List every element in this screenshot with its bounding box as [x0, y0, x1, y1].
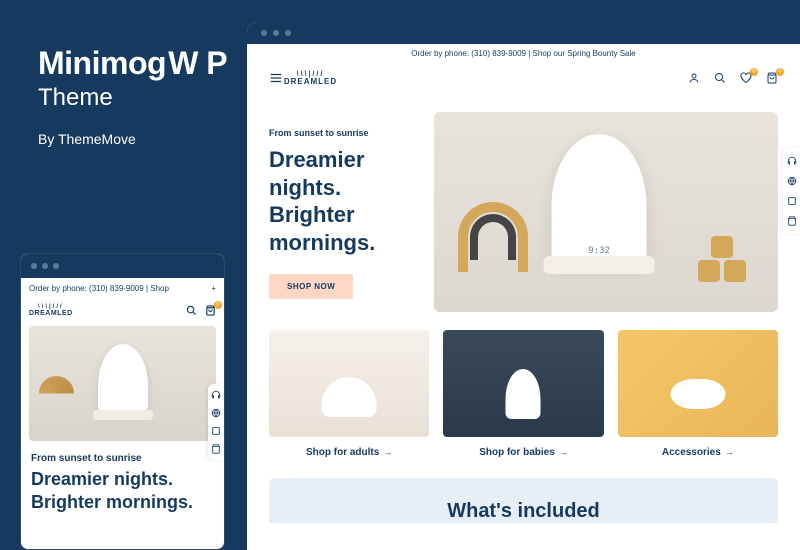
logo-text: DREAMLED [29, 310, 73, 317]
compare-icon[interactable] [787, 196, 797, 206]
window-dot-icon [273, 30, 279, 36]
brand-logo[interactable]: \\\|/// DREAMLED [29, 304, 73, 317]
window-dot-icon [261, 30, 267, 36]
card-image [269, 330, 429, 437]
card-label: Accessories→ [618, 447, 778, 458]
section-title: What's included [269, 500, 778, 523]
header-actions [688, 72, 778, 84]
lamp-clock: 9:32 [588, 246, 610, 256]
dome-lamp-icon [322, 377, 377, 417]
floating-toolbar [208, 384, 224, 460]
theme-subtitle: Theme [38, 84, 228, 113]
hero-eyebrow: From sunset to sunrise [21, 445, 224, 468]
search-icon[interactable] [714, 72, 726, 84]
card-label: Shop for babies→ [443, 447, 603, 458]
card-image [618, 330, 778, 437]
header-actions [186, 305, 216, 316]
desktop-header: \\\|/// DREAMLED [247, 64, 800, 92]
hero-eyebrow: From sunset to sunrise [269, 128, 414, 138]
mobile-window-titlebar [21, 254, 224, 278]
theme-info-panel: Minimog W P Theme By ThemeMove [38, 44, 228, 147]
window-dot-icon [31, 263, 37, 269]
headset-icon[interactable] [787, 156, 797, 166]
included-section: What's included [269, 478, 778, 523]
card-label: Shop for adults→ [269, 447, 429, 458]
mobile-preview-window: Order by phone: (310) 839-9009 | Shop + … [20, 253, 225, 550]
hero-image [29, 326, 216, 441]
window-dot-icon [53, 263, 59, 269]
hamburger-icon[interactable] [269, 71, 283, 85]
card-image [443, 330, 603, 437]
bag-icon[interactable] [211, 444, 221, 454]
globe-icon[interactable] [787, 176, 797, 186]
hero-copy: From sunset to sunrise Dreamier nights. … [269, 112, 414, 312]
window-dot-icon [42, 263, 48, 269]
category-card-babies[interactable]: Shop for babies→ [443, 330, 603, 458]
puck-device-icon [670, 379, 725, 409]
logo-text: DREAMLED [284, 78, 337, 86]
wishlist-icon[interactable] [740, 72, 752, 84]
small-lamp-icon [506, 369, 541, 419]
desktop-window-titlebar [247, 22, 800, 44]
blocks-decor-icon [694, 232, 754, 282]
user-icon[interactable] [688, 72, 700, 84]
lamp-product-icon: 9:32 [552, 134, 647, 264]
category-cards: Shop for adults→ Shop for babies→ Access… [247, 330, 800, 470]
hero-image: 9:32 [434, 112, 778, 312]
arrow-right-icon: → [725, 447, 734, 457]
lamp-product-icon [98, 344, 148, 414]
shop-now-button[interactable]: SHOP NOW [269, 274, 353, 299]
theme-title: Minimog W P [38, 44, 228, 82]
mobile-header: \\\|/// DREAMLED [21, 298, 224, 322]
floating-toolbar [783, 148, 800, 234]
cart-icon[interactable] [766, 72, 778, 84]
desktop-preview-window: Order by phone: (310) 839-9009 | Shop ou… [247, 22, 800, 550]
cart-icon[interactable] [205, 305, 216, 316]
globe-icon[interactable] [211, 408, 221, 418]
arrow-right-icon: → [559, 447, 568, 457]
hero-headline: Dreamier nights. Brighter mornings. [269, 146, 414, 256]
rainbow-decor-icon [39, 376, 74, 411]
category-card-adults[interactable]: Shop for adults→ [269, 330, 429, 458]
theme-author: By ThemeMove [38, 131, 228, 147]
promo-text: Order by phone: (310) 839-9009 | Shop [29, 284, 169, 293]
hero-section: From sunset to sunrise Dreamier nights. … [247, 92, 800, 330]
headset-icon[interactable] [211, 390, 221, 400]
rainbow-decor-icon [458, 202, 528, 272]
plus-icon[interactable]: + [211, 284, 216, 293]
compare-icon[interactable] [211, 426, 221, 436]
category-card-accessories[interactable]: Accessories→ [618, 330, 778, 458]
window-dot-icon [285, 30, 291, 36]
arrow-right-icon: → [383, 447, 392, 457]
search-icon[interactable] [186, 305, 197, 316]
bag-icon[interactable] [787, 216, 797, 226]
hero-headline: Dreamier nights. Brighter mornings. [21, 468, 224, 515]
promo-bar: Order by phone: (310) 839-9009 | Shop + [21, 278, 224, 298]
promo-bar: Order by phone: (310) 839-9009 | Shop ou… [247, 44, 800, 64]
brand-logo[interactable]: \\\|/// DREAMLED [284, 71, 337, 86]
